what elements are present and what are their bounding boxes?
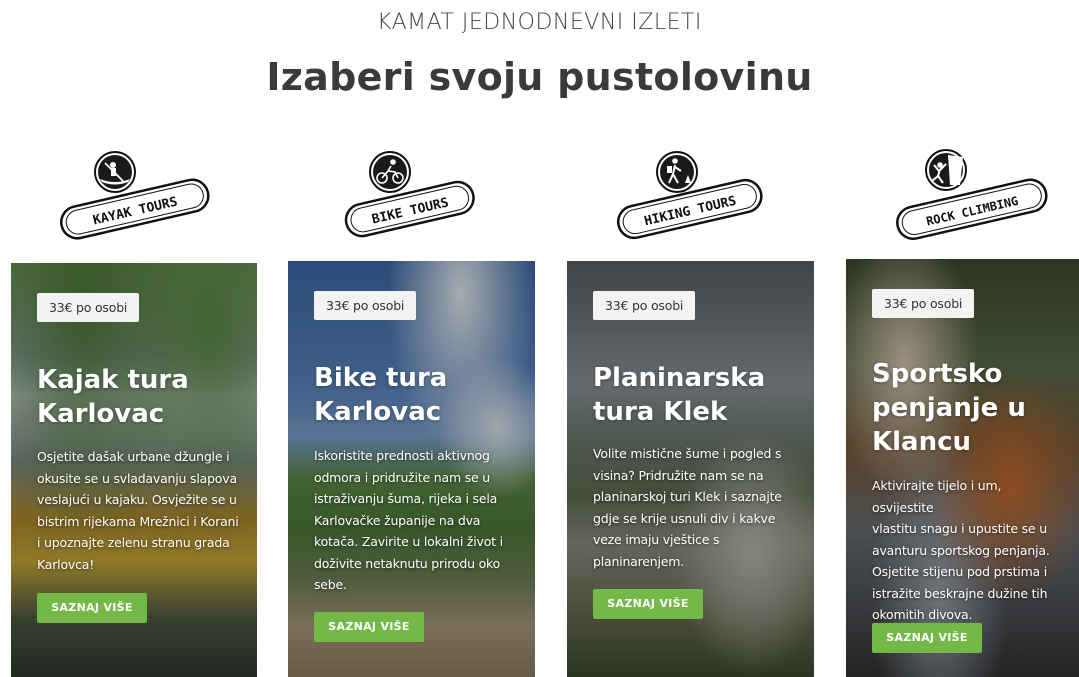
bike-icon <box>369 151 411 193</box>
tour-card-hiking[interactable]: 33€ po osobi Planinarska tura Klek Volit… <box>567 261 814 677</box>
card-description: Volite mistične šume i pogled s visina? … <box>593 446 782 569</box>
badge-bike-tours: BIKE TOURS <box>325 145 495 245</box>
price-tag: 33€ po osobi <box>593 291 696 320</box>
badge-rock-climbing: ROCK CLIMBING <box>888 145 1058 245</box>
learn-more-button[interactable]: SAZNAJ VIŠE <box>37 593 147 623</box>
tour-card-climbing[interactable]: 33€ po osobi Sportsko penjanje u Klancu … <box>846 259 1079 677</box>
tour-card-bike[interactable]: 33€ po osobi Bike tura Karlovac Iskorist… <box>288 261 535 677</box>
learn-more-button[interactable]: SAZNAJ VIŠE <box>314 612 424 642</box>
card-description: Aktivirajte tijelo i um, osvijestite vla… <box>872 478 1050 622</box>
section-eyebrow: KAMAT JEDNODNEVNI IZLETI <box>377 10 702 35</box>
section-title: Izaberi svoju pustolovinu <box>266 55 813 99</box>
badge-kayak-tours: KAYAK TOURS <box>50 145 220 245</box>
card-title: Planinarska tura Klek <box>593 363 766 427</box>
price-tag: 33€ po osobi <box>872 289 975 318</box>
card-title: Sportsko penjanje u Klancu <box>872 359 1026 457</box>
tour-card-kayak[interactable]: 33€ po osobi Kajak tura Karlovac Osjetit… <box>11 263 257 677</box>
card-description: Iskoristite prednosti aktivnog odmora i … <box>314 448 503 592</box>
price-tag: 33€ po osobi <box>37 293 140 322</box>
learn-more-button[interactable]: SAZNAJ VIŠE <box>872 623 982 653</box>
card-title: Bike tura Karlovac <box>314 363 448 427</box>
kayak-icon <box>94 151 136 193</box>
card-title: Kajak tura Karlovac <box>37 365 189 429</box>
price-tag: 33€ po osobi <box>314 291 417 320</box>
card-description: Osjetite dašak urbane džungle i okusite … <box>37 449 239 572</box>
badge-hiking-tours: HIKING TOURS <box>605 145 775 245</box>
learn-more-button[interactable]: SAZNAJ VIŠE <box>593 589 703 619</box>
climber-icon <box>925 149 967 191</box>
hiker-icon <box>656 151 698 193</box>
